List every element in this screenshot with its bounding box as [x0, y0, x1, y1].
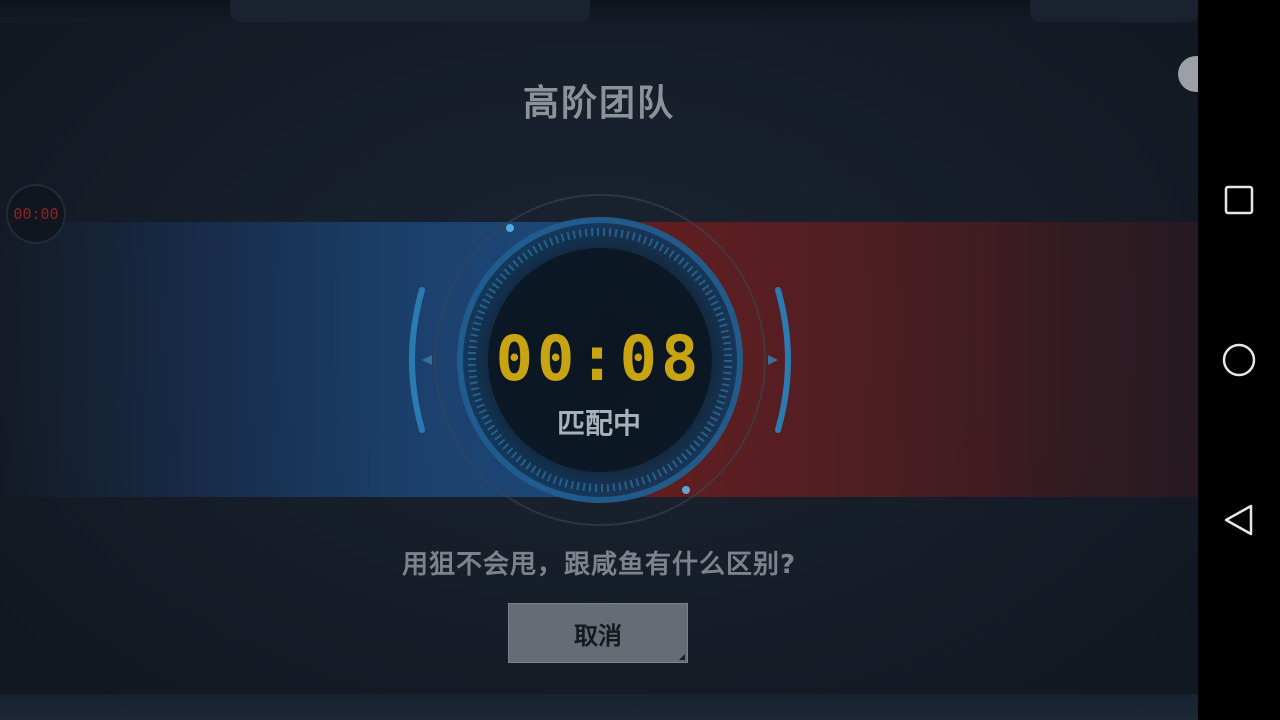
- mini-timer-badge: 00:00: [6, 184, 66, 244]
- game-screen: 高阶团队 00:00 00:08 匹配中 用狙不会甩，跟咸鱼有什么区别? 取消: [0, 0, 1198, 720]
- corner-mark-icon: [679, 654, 685, 660]
- top-bar-segment: [230, 0, 590, 22]
- matching-status-label: 匹配中: [556, 407, 641, 440]
- loading-tip: 用狙不会甩，跟咸鱼有什么区别?: [401, 550, 797, 580]
- recent-apps-button[interactable]: [1215, 176, 1263, 224]
- countdown-timer: 00:08: [495, 322, 703, 395]
- android-nav-bar: [1198, 0, 1280, 720]
- back-icon: [1224, 504, 1253, 536]
- home-icon: [1222, 343, 1256, 377]
- cancel-button[interactable]: 取消: [508, 603, 688, 663]
- cancel-button-label: 取消: [574, 621, 622, 650]
- back-button[interactable]: [1215, 496, 1263, 544]
- top-bar-segment: [1030, 0, 1198, 22]
- bottom-bar: [0, 694, 1198, 720]
- mode-title: 高阶团队: [522, 83, 675, 124]
- mini-timer-text: 00:00: [13, 205, 59, 223]
- home-button[interactable]: [1215, 336, 1263, 384]
- recent-apps-icon: [1224, 185, 1254, 215]
- top-bar: [0, 0, 1198, 22]
